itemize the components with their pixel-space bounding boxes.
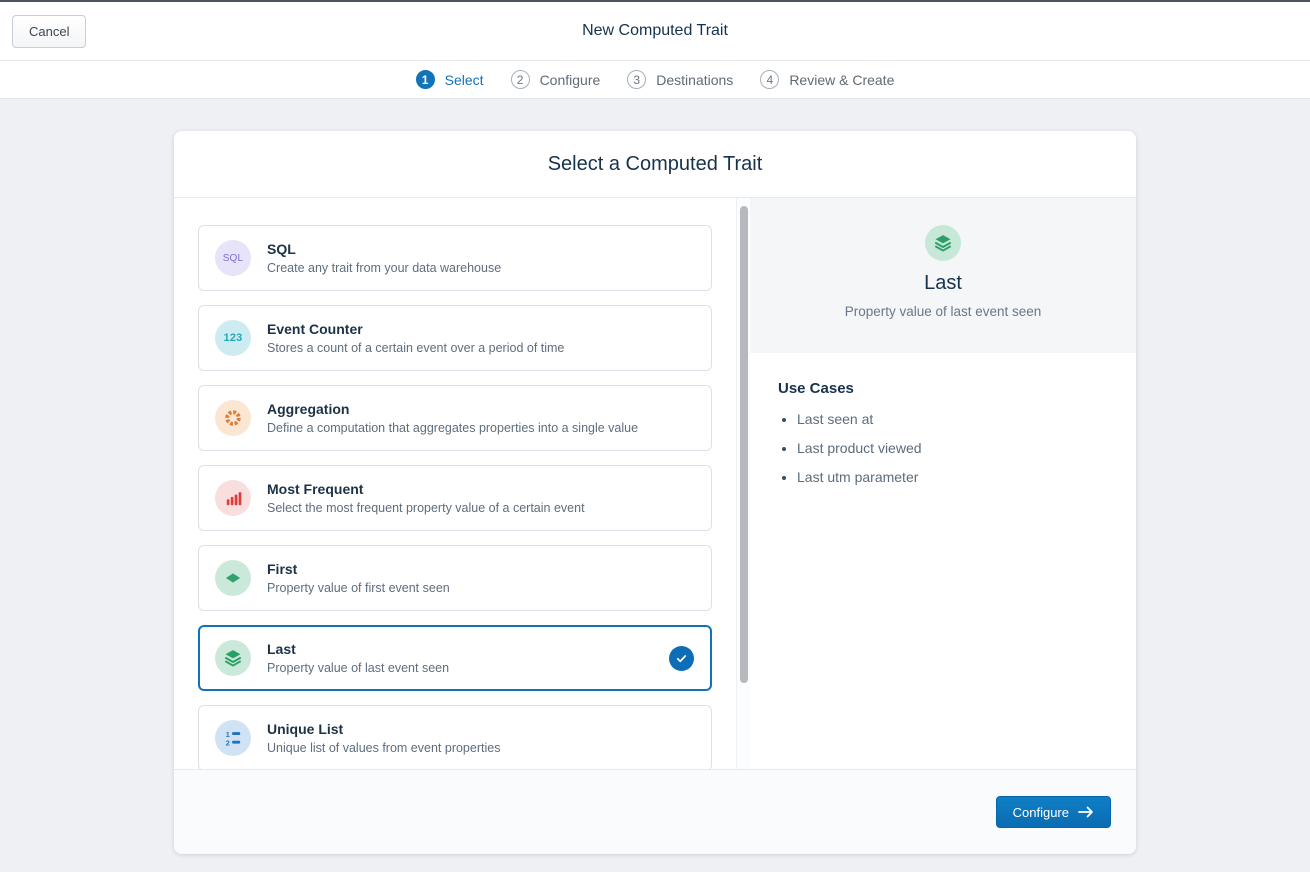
sql-badge-icon: SQL bbox=[215, 240, 251, 276]
use-case-item: Last product viewed bbox=[797, 440, 1108, 456]
step-label: Review & Create bbox=[789, 72, 894, 88]
trait-item-first[interactable]: First Property value of first event seen bbox=[198, 545, 712, 611]
trait-description: Select the most frequent property value … bbox=[267, 501, 585, 515]
scrollbar-thumb[interactable] bbox=[740, 206, 748, 683]
trait-name: Event Counter bbox=[267, 321, 564, 337]
content-area: Select a Computed Trait SQL SQL Create a… bbox=[0, 99, 1310, 870]
configure-button-label: Configure bbox=[1013, 805, 1069, 820]
card-title: Select a Computed Trait bbox=[174, 131, 1136, 198]
trait-detail-body: Use Cases Last seen at Last product viewe… bbox=[750, 353, 1136, 525]
stepper-step-configure[interactable]: 2 Configure bbox=[511, 70, 601, 89]
trait-name: Most Frequent bbox=[267, 481, 585, 497]
cancel-button[interactable]: Cancel bbox=[12, 15, 86, 48]
page-title: New Computed Trait bbox=[582, 22, 728, 40]
trait-description: Stores a count of a certain event over a… bbox=[267, 341, 564, 355]
stepper-step-review-create[interactable]: 4 Review & Create bbox=[760, 70, 894, 89]
stepper-step-select[interactable]: 1 Select bbox=[416, 70, 484, 89]
numbered-list-icon: 12 bbox=[215, 720, 251, 756]
trait-item-event-counter[interactable]: 123 Event Counter Stores a count of a ce… bbox=[198, 305, 712, 371]
trait-name: Unique List bbox=[267, 721, 500, 737]
trait-detail-header: Last Property value of last event seen bbox=[750, 198, 1136, 353]
svg-text:2: 2 bbox=[226, 739, 230, 747]
aggregation-ring-icon bbox=[215, 400, 251, 436]
use-case-item: Last seen at bbox=[797, 411, 1108, 427]
bar-chart-icon bbox=[215, 480, 251, 516]
configure-button[interactable]: Configure bbox=[996, 796, 1111, 828]
stepper-step-destinations[interactable]: 3 Destinations bbox=[627, 70, 733, 89]
top-bar: Cancel New Computed Trait bbox=[0, 0, 1310, 61]
trait-item-sql[interactable]: SQL SQL Create any trait from your data … bbox=[198, 225, 712, 291]
trait-name: Last bbox=[267, 641, 449, 657]
trait-item-most-frequent[interactable]: Most Frequent Select the most frequent p… bbox=[198, 465, 712, 531]
event-counter-badge-icon: 123 bbox=[215, 320, 251, 356]
trait-description: Create any trait from your data warehous… bbox=[267, 261, 501, 275]
trait-description: Define a computation that aggregates pro… bbox=[267, 421, 638, 435]
layers-icon bbox=[215, 640, 251, 676]
trait-detail-panel: Last Property value of last event seen U… bbox=[750, 198, 1136, 769]
use-cases-list: Last seen at Last product viewed Last utm … bbox=[778, 411, 1108, 485]
layers-icon bbox=[925, 225, 961, 261]
check-icon bbox=[669, 646, 694, 671]
trait-list: SQL SQL Create any trait from your data … bbox=[174, 198, 736, 769]
diamond-icon bbox=[215, 560, 251, 596]
step-number: 1 bbox=[416, 70, 435, 89]
trait-item-aggregation[interactable]: Aggregation Define a computation that ag… bbox=[198, 385, 712, 451]
card-body: SQL SQL Create any trait from your data … bbox=[174, 198, 1136, 769]
trait-name: SQL bbox=[267, 241, 501, 257]
trait-description: Unique list of values from event propert… bbox=[267, 741, 500, 755]
svg-text:1: 1 bbox=[226, 730, 230, 739]
trait-description: Property value of last event seen bbox=[267, 661, 449, 675]
arrow-right-icon bbox=[1078, 806, 1094, 818]
step-label: Destinations bbox=[656, 72, 733, 88]
step-number: 2 bbox=[511, 70, 530, 89]
detail-title: Last bbox=[750, 272, 1136, 295]
scrollbar-track[interactable] bbox=[736, 198, 750, 769]
trait-item-unique-list[interactable]: 12 Unique List Unique list of values fro… bbox=[198, 705, 712, 769]
step-label: Select bbox=[445, 72, 484, 88]
trait-name: Aggregation bbox=[267, 401, 638, 417]
trait-description: Property value of first event seen bbox=[267, 581, 450, 595]
trait-item-last[interactable]: Last Property value of last event seen bbox=[198, 625, 712, 691]
use-cases-heading: Use Cases bbox=[778, 380, 1108, 397]
stepper: 1 Select 2 Configure 3 Destinations 4 Re… bbox=[0, 61, 1310, 99]
step-label: Configure bbox=[540, 72, 601, 88]
step-number: 4 bbox=[760, 70, 779, 89]
computed-trait-card: Select a Computed Trait SQL SQL Create a… bbox=[174, 131, 1136, 854]
use-case-item: Last utm parameter bbox=[797, 469, 1108, 485]
card-footer: Configure bbox=[174, 769, 1136, 854]
detail-subtitle: Property value of last event seen bbox=[750, 304, 1136, 319]
step-number: 3 bbox=[627, 70, 646, 89]
trait-name: First bbox=[267, 561, 450, 577]
